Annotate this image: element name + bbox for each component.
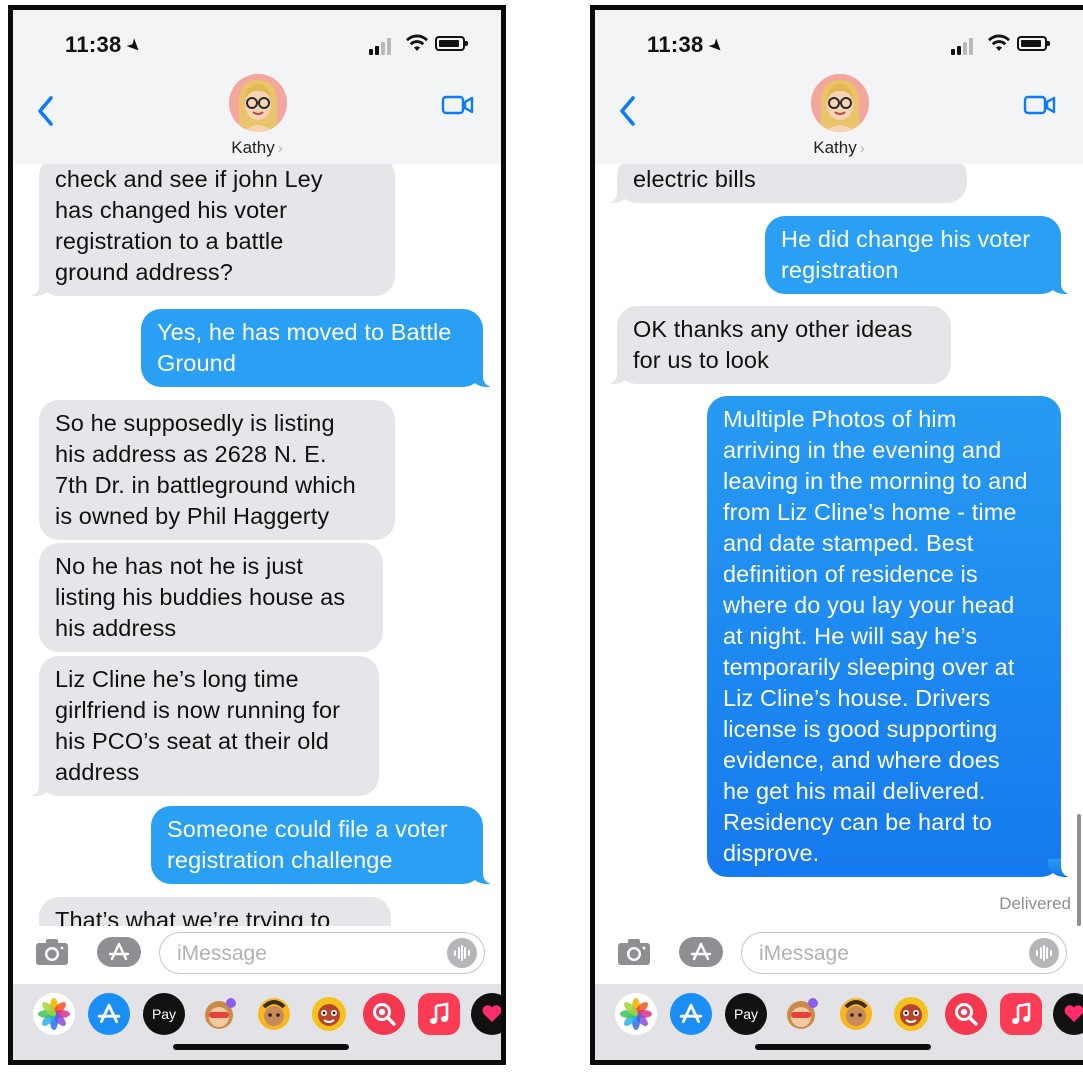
battery-icon bbox=[1017, 36, 1050, 51]
imessage-input[interactable]: iMessage bbox=[741, 932, 1067, 974]
camera-icon[interactable] bbox=[617, 938, 651, 966]
conversation-header: Kathy › bbox=[595, 72, 1083, 164]
app-store-icon[interactable] bbox=[670, 993, 712, 1035]
contact-name[interactable]: Kathy › bbox=[13, 138, 501, 158]
message-placeholder: iMessage bbox=[759, 942, 849, 965]
back-chevron-icon[interactable] bbox=[615, 94, 643, 128]
chevron-right-icon: › bbox=[859, 140, 865, 157]
compose-bar: iMessage bbox=[595, 926, 1083, 984]
message-bubble-incoming[interactable]: electric bills bbox=[604, 164, 967, 203]
audio-message-button[interactable] bbox=[1029, 938, 1059, 968]
back-chevron-icon[interactable] bbox=[33, 94, 61, 128]
home-indicator bbox=[755, 1044, 931, 1050]
chevron-right-icon: › bbox=[277, 140, 283, 157]
message-bubble-outgoing[interactable]: Someone could file a voter registration … bbox=[151, 806, 496, 884]
animoji-icon[interactable] bbox=[308, 993, 350, 1035]
digital-touch-icon[interactable] bbox=[1053, 993, 1083, 1035]
message-bubble-incoming[interactable]: That’s what we’re trying to bbox=[39, 897, 391, 926]
images-search-icon[interactable] bbox=[363, 993, 405, 1035]
app-store-button[interactable] bbox=[97, 937, 141, 967]
app-store-button[interactable] bbox=[679, 937, 723, 967]
memoji-icon[interactable] bbox=[253, 993, 295, 1035]
message-bubble-incoming[interactable]: No he has not he is just listing his bud… bbox=[39, 543, 383, 652]
battery-icon bbox=[435, 36, 468, 51]
photos-icon[interactable] bbox=[615, 993, 657, 1035]
status-bar: 11:38➤ bbox=[595, 10, 1083, 72]
memoji-avatar-icon bbox=[811, 74, 869, 132]
memoji-avatar-icon bbox=[229, 74, 287, 132]
message-bubble-incoming[interactable]: Liz Cline he’s long time girlfriend is n… bbox=[26, 656, 379, 796]
animoji-icon[interactable] bbox=[890, 993, 932, 1035]
message-list[interactable]: electric bills He did change his voter r… bbox=[595, 164, 1083, 926]
message-bubble-incoming[interactable]: So he supposedly is listing his address … bbox=[39, 400, 395, 540]
message-bubble-incoming[interactable]: OK thanks any other ideas for us to look bbox=[604, 306, 951, 384]
digital-touch-icon[interactable] bbox=[471, 993, 501, 1035]
cellular-signal-icon bbox=[951, 37, 979, 55]
contact-avatar[interactable] bbox=[811, 74, 869, 132]
music-icon[interactable] bbox=[1000, 993, 1042, 1035]
status-bar: 11:38➤ bbox=[13, 10, 501, 72]
scroll-indicator[interactable] bbox=[1077, 814, 1081, 926]
apple-pay-label: Pay bbox=[733, 1006, 759, 1022]
location-arrow-icon: ➤ bbox=[704, 34, 728, 58]
message-bubble-outgoing[interactable]: Multiple Photos of him arriving in the e… bbox=[707, 396, 1074, 877]
memoji-stickers-icon[interactable] bbox=[198, 993, 240, 1035]
home-indicator bbox=[173, 1044, 349, 1050]
app-store-icon[interactable] bbox=[88, 993, 130, 1035]
images-search-icon[interactable] bbox=[945, 993, 987, 1035]
delivered-receipt: Delivered bbox=[999, 894, 1071, 913]
memoji-stickers-icon[interactable] bbox=[780, 993, 822, 1035]
compose-bar: iMessage bbox=[13, 926, 501, 984]
message-bubble-incoming[interactable]: check and see if john Ley has changed hi… bbox=[26, 164, 395, 296]
wifi-icon bbox=[406, 34, 428, 51]
app-store-glyph-icon bbox=[690, 942, 712, 961]
facetime-video-icon[interactable] bbox=[1023, 92, 1057, 118]
imessage-app-drawer: Pay bbox=[13, 984, 501, 1060]
cellular-signal-icon bbox=[369, 37, 397, 55]
conversation-header: Kathy › bbox=[13, 72, 501, 164]
memoji-icon[interactable] bbox=[835, 993, 877, 1035]
apple-pay-icon[interactable]: Pay bbox=[143, 993, 185, 1035]
imessage-input[interactable]: iMessage bbox=[159, 932, 485, 974]
audio-message-button[interactable] bbox=[447, 938, 477, 968]
contact-name[interactable]: Kathy › bbox=[595, 138, 1083, 158]
contact-avatar[interactable] bbox=[229, 74, 287, 132]
status-time: 11:38➤ bbox=[647, 32, 728, 58]
message-list[interactable]: check and see if john Ley has changed hi… bbox=[13, 164, 501, 926]
left-phone-screenshot: 11:38➤ Kathy › check and see if john Ley… bbox=[8, 5, 506, 1065]
photos-icon[interactable] bbox=[33, 993, 75, 1035]
apple-pay-icon[interactable]: Pay bbox=[725, 993, 767, 1035]
message-placeholder: iMessage bbox=[177, 942, 267, 965]
music-icon[interactable] bbox=[418, 993, 460, 1035]
right-phone-screenshot: 11:38➤ Kathy › electric bills He did cha… bbox=[590, 5, 1083, 1065]
camera-icon[interactable] bbox=[35, 938, 69, 966]
message-bubble-outgoing[interactable]: He did change his voter registration bbox=[765, 216, 1074, 294]
location-arrow-icon: ➤ bbox=[122, 34, 146, 58]
facetime-video-icon[interactable] bbox=[441, 92, 475, 118]
app-store-glyph-icon bbox=[108, 942, 130, 961]
wifi-icon bbox=[988, 34, 1010, 51]
imessage-app-drawer: Pay bbox=[595, 984, 1083, 1060]
waveform-icon bbox=[454, 945, 470, 961]
waveform-icon bbox=[1036, 945, 1052, 961]
apple-pay-label: Pay bbox=[151, 1006, 177, 1022]
status-time: 11:38➤ bbox=[65, 32, 146, 58]
message-bubble-outgoing[interactable]: Yes, he has moved to Battle Ground bbox=[141, 309, 496, 387]
